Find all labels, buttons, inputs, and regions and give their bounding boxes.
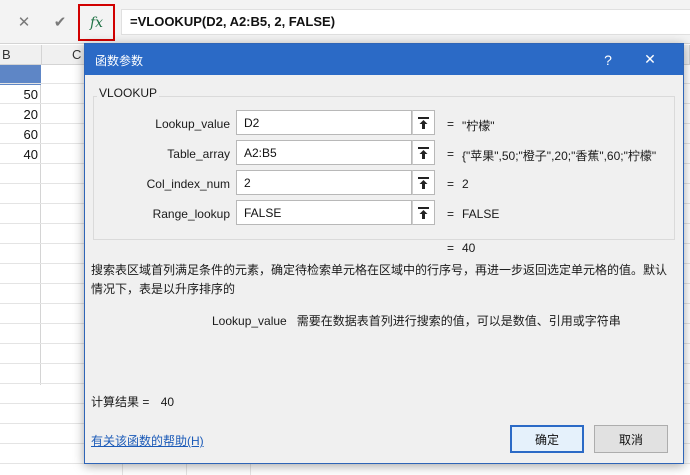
- arg-result: {"苹果",50;"橙子",20;"香蕉",60;"柠檬": [462, 149, 657, 163]
- range-lookup-input[interactable]: FALSE: [236, 200, 412, 225]
- arg-equals: =: [447, 147, 455, 161]
- arg-label-lookup-value: Lookup_value: [155, 117, 230, 131]
- cell-b-value[interactable]: 40: [0, 145, 38, 164]
- lookup-value-input[interactable]: D2: [236, 110, 412, 135]
- dialog-titlebar[interactable]: 函数参数 ? ✕: [85, 44, 683, 75]
- cancel-button[interactable]: 取消: [594, 425, 668, 453]
- function-name: VLOOKUP: [97, 86, 160, 100]
- calc-result-label: 计算结果 =: [91, 395, 150, 409]
- calc-result-value: 40: [160, 395, 175, 409]
- close-icon[interactable]: ✕: [633, 44, 667, 75]
- function-help-link[interactable]: 有关该函数的帮助(H): [91, 432, 204, 449]
- dialog-title: 函数参数: [95, 54, 144, 68]
- collapse-dialog-icon[interactable]: [412, 200, 435, 225]
- confirm-icon[interactable]: ✔: [48, 10, 72, 34]
- arg-equals: =: [447, 207, 455, 221]
- arg-equals: =: [447, 117, 455, 131]
- formula-result-equals: =: [447, 241, 455, 255]
- arg-result: 2: [462, 177, 469, 191]
- parameter-description: Lookup_value 需要在数据表首列进行搜索的值，可以是数值、引用或字符串: [212, 312, 621, 329]
- calculation-result: 计算结果 = 40: [91, 393, 174, 410]
- insert-function-button[interactable]: fx: [78, 4, 115, 41]
- cancel-icon[interactable]: ✕: [12, 10, 36, 34]
- cell-b-value[interactable]: 60: [0, 125, 38, 144]
- parameter-name: Lookup_value: [212, 314, 287, 328]
- column-header-b[interactable]: B: [0, 45, 42, 65]
- function-description: 搜索表区域首列满足条件的元素，确定待检索单元格在区域中的行序号，再进一步返回选定…: [91, 263, 668, 296]
- collapse-dialog-icon[interactable]: [412, 140, 435, 165]
- ok-button[interactable]: 确定: [510, 425, 584, 453]
- function-arguments-dialog: 函数参数 ? ✕ VLOOKUP Lookup_value D2 = "柠檬" …: [84, 43, 684, 464]
- arg-equals: =: [447, 177, 455, 191]
- cell-b-value[interactable]: 20: [0, 105, 38, 124]
- function-icon: fx: [89, 14, 104, 31]
- formula-bar: ✕ ✔ fx =VLOOKUP(D2, A2:B5, 2, FALSE): [0, 0, 690, 44]
- help-icon[interactable]: ?: [591, 44, 625, 75]
- arg-label-col-index-num: Col_index_num: [146, 177, 230, 191]
- parameter-help-text: 需要在数据表首列进行搜索的值，可以是数值、引用或字符串: [296, 314, 621, 328]
- collapse-dialog-icon[interactable]: [412, 110, 435, 135]
- col-index-num-input[interactable]: 2: [236, 170, 412, 195]
- arg-label-range-lookup: Range_lookup: [152, 207, 230, 221]
- cell-b-value[interactable]: 50: [0, 85, 38, 104]
- table-array-input[interactable]: A2:B5: [236, 140, 412, 165]
- collapse-dialog-icon[interactable]: [412, 170, 435, 195]
- formula-result-value: 40: [462, 241, 476, 255]
- formula-input[interactable]: =VLOOKUP(D2, A2:B5, 2, FALSE): [121, 9, 690, 35]
- arg-result: "柠檬": [462, 119, 495, 133]
- arg-result: FALSE: [462, 207, 500, 221]
- arg-label-table-array: Table_array: [167, 147, 230, 161]
